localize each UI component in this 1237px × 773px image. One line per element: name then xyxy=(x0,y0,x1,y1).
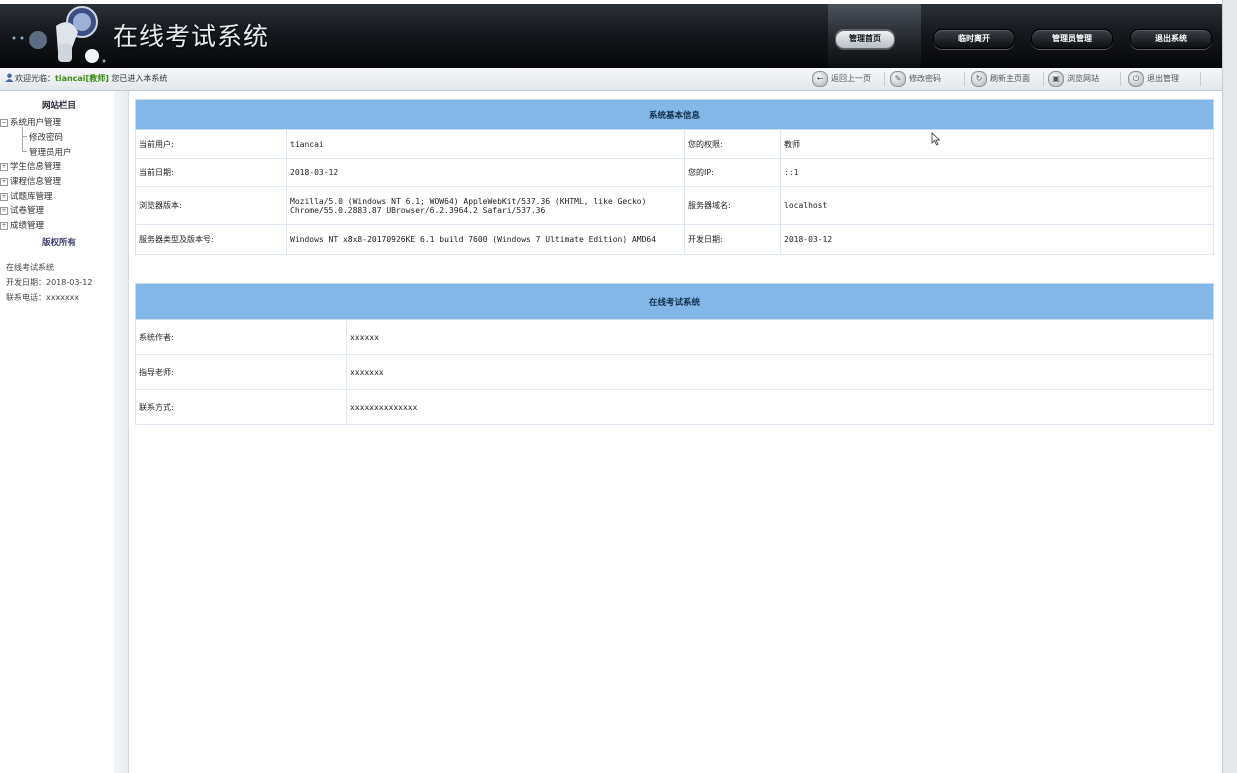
window-scrollbar[interactable] xyxy=(1222,0,1237,773)
sidebar-item-courses[interactable]: + 课程信息管理 xyxy=(0,175,61,187)
main-content: 系统基本信息 当前用户: tiancai 您的权限: 教师 当前日期: 2018… xyxy=(135,99,1214,425)
edit-password-icon: ✎ xyxy=(890,70,906,87)
cell-label: 开发日期: xyxy=(684,224,781,255)
sidebar-item-question-bank[interactable]: + 试题库管理 xyxy=(0,190,53,202)
sidebar-contact: 联系电话：xxxxxxx xyxy=(6,293,80,302)
about-title: 在线考试系统 xyxy=(135,283,1214,320)
nav-home-button[interactable]: 管理首页 xyxy=(835,29,895,49)
sidebar: 网站栏目 − 系统用户管理 修改密码 管理员用户 + 学生信息管理 + 课程信息管理 … xyxy=(0,91,114,773)
browser-version-line: Mozilla/5.0 (Windows NT 6.1; WOW64) Appl… xyxy=(290,196,647,206)
cell-label: 指导老师: xyxy=(135,354,347,390)
cell-value: Mozilla/5.0 (Windows NT 6.1; WOW64) Appl… xyxy=(286,186,685,225)
sidebar-item-admin-users[interactable]: 管理员用户 xyxy=(29,146,72,158)
mouse-cursor-icon xyxy=(931,132,941,146)
collapse-icon[interactable]: − xyxy=(0,118,8,127)
back-label: 返回上一页 xyxy=(831,74,871,83)
browse-site-button[interactable]: ▣ 浏览网站 xyxy=(1048,70,1099,88)
logout-button[interactable]: ⏻ 退出管理 xyxy=(1128,70,1179,88)
sidebar-item-papers[interactable]: + 试卷管理 xyxy=(0,204,44,216)
cell-label: 当前日期: xyxy=(135,158,287,187)
cell-label: 联系方式: xyxy=(135,389,347,425)
cell-label: 服务器域名: xyxy=(684,186,781,225)
cell-value: xxxxxx xyxy=(346,319,1214,355)
welcome-message: 欢迎光临：tiancai[教师] 您已进入本系统 xyxy=(5,73,167,84)
welcome-user: tiancai[教师] xyxy=(55,74,109,83)
sidebar-item-label: 试卷管理 xyxy=(10,206,45,216)
welcome-bar: 欢迎光临：tiancai[教师] 您已进入本系统 ← 返回上一页 ✎ 修改密码 ↻ 刷… xyxy=(0,68,1222,91)
cell-label: 您的权限: xyxy=(684,129,781,159)
refresh-icon: ↻ xyxy=(971,70,987,87)
browse-site-label: 浏览网站 xyxy=(1067,74,1099,83)
welcome-prefix: 欢迎光临： xyxy=(15,74,55,83)
expand-icon[interactable]: + xyxy=(0,177,8,186)
expand-icon[interactable]: + xyxy=(0,206,8,215)
sidebar-heading: 网站栏目 xyxy=(41,101,76,111)
sidebar-item-scores[interactable]: + 成绩管理 xyxy=(0,219,44,231)
refresh-label: 刷新主页面 xyxy=(990,74,1030,83)
cell-value: localhost xyxy=(780,186,1214,225)
sidebar-item-system-users[interactable]: − 系统用户管理 xyxy=(0,116,61,128)
change-password-button[interactable]: ✎ 修改密码 xyxy=(890,70,941,88)
sidebar-splitter[interactable] xyxy=(114,91,129,773)
sidebar-item-label: 成绩管理 xyxy=(10,221,45,231)
table-row: 当前日期: 2018-03-12 您的IP: ::1 xyxy=(135,158,1214,187)
table-row: 联系方式: xxxxxxxxxxxxxx xyxy=(135,389,1214,425)
back-arrow-icon: ← xyxy=(812,70,828,87)
logo-icon xyxy=(12,6,106,63)
table-row: 服务器类型及版本号: Windows NT x8x8-20170926KE 6.… xyxy=(135,224,1214,255)
cell-label: 服务器类型及版本号: xyxy=(135,224,287,255)
expand-icon[interactable]: + xyxy=(0,162,8,171)
cell-value: xxxxxxxxxxxxxx xyxy=(346,389,1214,425)
system-info-title: 系统基本信息 xyxy=(135,99,1214,130)
logout-label: 退出管理 xyxy=(1147,74,1179,83)
refresh-button[interactable]: ↻ 刷新主页面 xyxy=(971,70,1030,88)
cell-value: 教师 xyxy=(780,129,1214,159)
welcome-suffix: 您已进入本系统 xyxy=(108,74,168,83)
cell-value: 2018-03-12 xyxy=(286,158,685,187)
table-row: 浏览器版本: Mozilla/5.0 (Windows NT 6.1; WOW6… xyxy=(135,186,1214,225)
cell-value: tiancai xyxy=(286,129,685,159)
cell-value: Windows NT x8x8-20170926KE 6.1 build 760… xyxy=(286,224,685,255)
site-title: 在线考试系统 xyxy=(113,22,270,51)
sidebar-dev-date: 开发日期：2018-03-12 xyxy=(6,278,93,287)
cell-value: 2018-03-12 xyxy=(780,224,1214,255)
user-icon xyxy=(5,73,14,82)
sidebar-item-change-password[interactable]: 修改密码 xyxy=(29,131,63,143)
nav-admin-button[interactable]: 管理员管理 xyxy=(1031,29,1113,49)
change-password-label: 修改密码 xyxy=(909,74,941,83)
browse-site-icon: ▣ xyxy=(1048,70,1064,87)
cell-label: 当前用户: xyxy=(135,129,287,159)
sidebar-item-students[interactable]: + 学生信息管理 xyxy=(0,160,61,172)
sidebar-system-name: 在线考试系统 xyxy=(6,263,54,272)
sidebar-item-label: 课程信息管理 xyxy=(10,177,62,187)
cell-label: 浏览器版本: xyxy=(135,186,287,225)
nav-leave-button[interactable]: 临时离开 xyxy=(933,29,1015,49)
cell-label: 您的IP: xyxy=(684,158,781,187)
browser-version-line: Chrome/55.0.2883.87 UBrowser/6.2.3964.2 … xyxy=(290,205,546,215)
table-row: 当前用户: tiancai 您的权限: 教师 xyxy=(135,129,1214,159)
nav-exit-button[interactable]: 退出系统 xyxy=(1130,29,1212,49)
sidebar-item-label: 试题库管理 xyxy=(10,192,53,202)
expand-icon[interactable]: + xyxy=(0,192,8,201)
table-row: 系统作者: xxxxxx xyxy=(135,319,1214,355)
sidebar-item-label: 系统用户管理 xyxy=(10,118,62,128)
system-info-table: 系统基本信息 当前用户: tiancai 您的权限: 教师 当前日期: 2018… xyxy=(135,99,1214,255)
cell-value: xxxxxxx xyxy=(346,354,1214,390)
header-banner: 在线考试系统 管理首页 临时离开 管理员管理 退出系统 xyxy=(0,4,1222,70)
expand-icon[interactable]: + xyxy=(0,221,8,230)
copyright-heading: 版权所有 xyxy=(41,238,76,248)
table-row: 指导老师: xxxxxxx xyxy=(135,354,1214,390)
power-icon: ⏻ xyxy=(1128,70,1144,87)
cell-value: ::1 xyxy=(780,158,1214,187)
about-table: 在线考试系统 系统作者: xxxxxx 指导老师: xxxxxxx 联系方式: … xyxy=(135,283,1214,425)
sidebar-item-label: 学生信息管理 xyxy=(10,162,62,172)
cell-label: 系统作者: xyxy=(135,319,347,355)
back-button[interactable]: ← 返回上一页 xyxy=(812,70,871,88)
